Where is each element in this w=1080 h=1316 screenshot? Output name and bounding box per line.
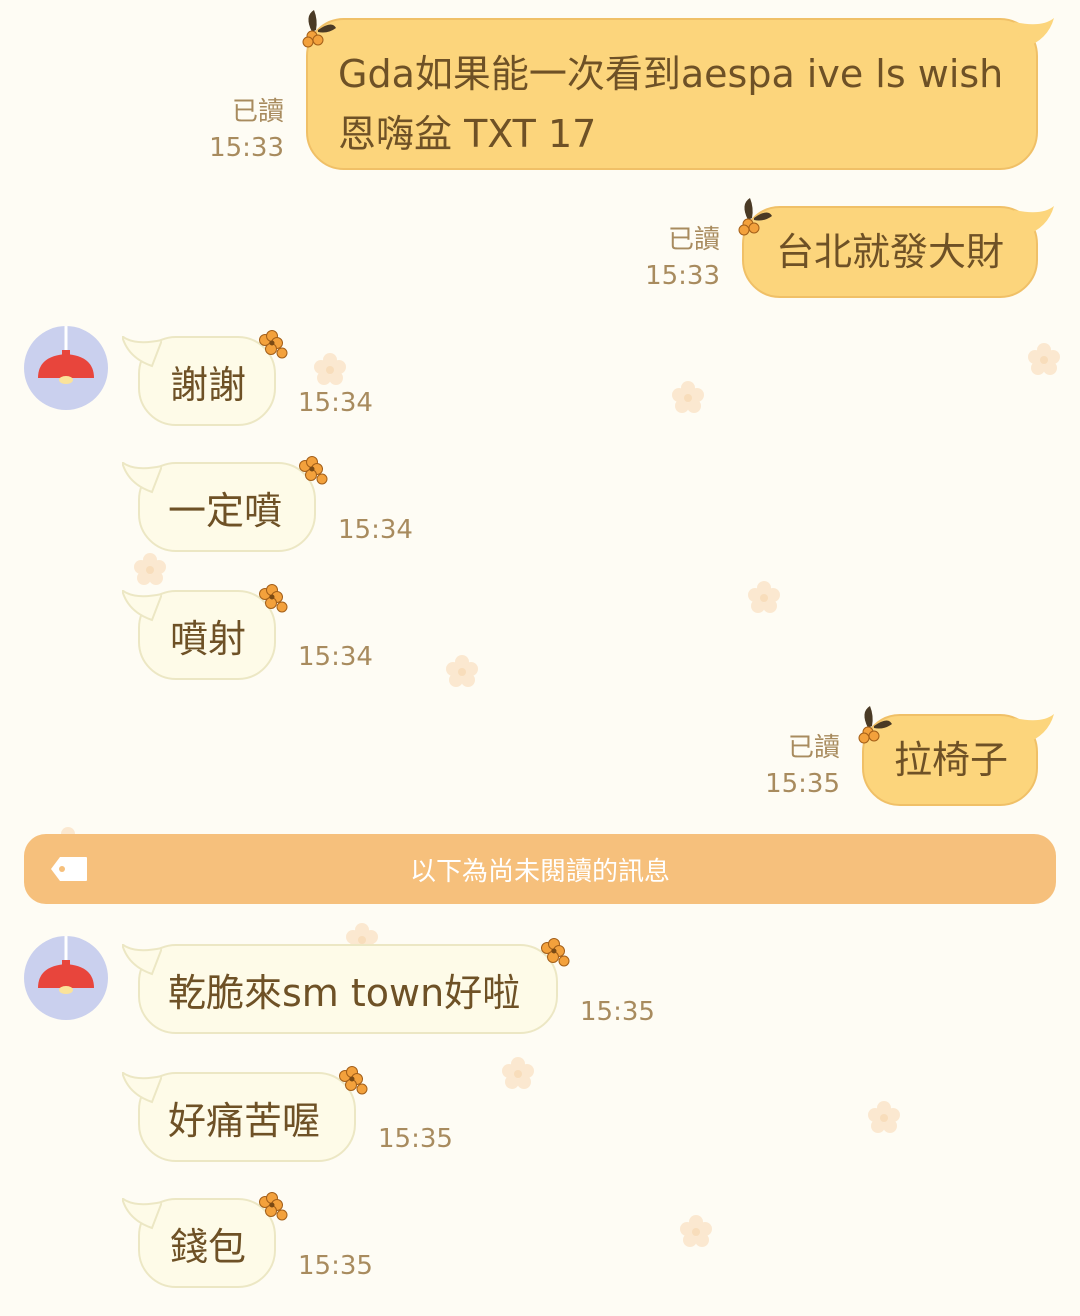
message-time: 15:34 <box>338 515 413 545</box>
read-receipt: 已讀 <box>231 97 284 127</box>
incoming-message-bubble[interactable]: 乾脆來sm town好啦 <box>122 938 570 1034</box>
read-receipt: 已讀 <box>667 225 720 255</box>
flower-icon <box>259 1192 288 1221</box>
message-meta: 已讀 15:33 <box>626 222 720 294</box>
message-text: 乾脆來sm town好啦 <box>168 970 521 1015</box>
message-text: 台北就發大財 <box>776 230 1005 274</box>
read-receipt: 已讀 <box>787 733 840 763</box>
bubble-tail <box>1014 18 1054 48</box>
message-text: 錢包 <box>170 1224 247 1269</box>
background-flower-icon <box>680 1215 712 1247</box>
pendant-lamp-icon <box>38 936 94 994</box>
background-flower-icon <box>134 553 166 585</box>
flower-icon <box>259 584 288 613</box>
flower-icon <box>541 938 570 967</box>
background-flower-icon <box>1028 343 1060 375</box>
message-time: 15:35 <box>765 769 840 799</box>
avatar[interactable] <box>24 326 108 410</box>
message-time: 15:35 <box>378 1124 453 1154</box>
unread-divider: 以下為尚未閱讀的訊息 <box>24 834 1056 904</box>
message-time: 15:35 <box>580 997 655 1027</box>
message-time: 15:34 <box>298 642 373 672</box>
message-meta: 已讀 15:33 <box>190 94 284 166</box>
bubble-tail <box>122 1198 162 1230</box>
incoming-message-bubble[interactable]: 謝謝 <box>122 330 288 426</box>
incoming-message-bubble[interactable]: 一定噴 <box>122 456 328 552</box>
message-time: 15:33 <box>209 133 284 163</box>
unread-divider-label: 以下為尚未閱讀的訊息 <box>409 856 670 887</box>
message-text: 謝謝 <box>170 362 247 407</box>
flower-icon <box>259 330 288 359</box>
outgoing-message-bubble[interactable]: 台北就發大財 <box>738 198 1054 298</box>
outgoing-message-bubble[interactable]: 拉椅子 <box>858 706 1054 806</box>
flower-icon <box>858 706 893 744</box>
bubble-tail <box>122 336 162 368</box>
flower-icon <box>299 456 328 485</box>
background-flower-icon <box>672 381 704 413</box>
background-flower-icon <box>868 1101 900 1133</box>
pendant-lamp-icon <box>38 326 94 384</box>
incoming-message-bubble[interactable]: 噴射 <box>122 584 288 680</box>
message-time: 15:34 <box>298 388 373 418</box>
message-text: 恩嗨盆 TXT 17 <box>338 112 597 156</box>
message-time: 15:33 <box>645 261 720 291</box>
message-time: 15:35 <box>298 1251 373 1281</box>
bubble-tail <box>122 462 162 494</box>
incoming-message-bubble[interactable]: 好痛苦喔 <box>122 1066 368 1162</box>
bubble-tail <box>1014 714 1054 744</box>
flower-icon <box>339 1066 368 1095</box>
avatar[interactable] <box>24 936 108 1020</box>
message-text: 一定噴 <box>168 488 283 533</box>
background-flower-icon <box>748 581 780 613</box>
incoming-message-bubble[interactable]: 錢包 <box>122 1192 288 1288</box>
flower-icon <box>302 10 337 48</box>
message-text: 好痛苦喔 <box>168 1098 321 1143</box>
chat-screen: 已讀 15:33 Gda如果能一次看到aespa ive ls wish 恩嗨盆… <box>0 0 1080 1316</box>
flower-icon <box>738 198 773 236</box>
bubble-tail <box>122 590 162 622</box>
message-text: Gda如果能一次看到aespa ive ls wish <box>338 52 1004 96</box>
bubble-tail <box>122 944 162 976</box>
background-flower-icon <box>314 353 346 385</box>
background-flower-icon <box>446 655 478 687</box>
bubble-tail <box>122 1072 162 1104</box>
message-text: 噴射 <box>170 616 247 661</box>
background-flower-icon <box>502 1057 534 1089</box>
bubble-tail <box>1014 206 1054 236</box>
outgoing-message-bubble[interactable]: Gda如果能一次看到aespa ive ls wish 恩嗨盆 TXT 17 <box>302 10 1054 170</box>
message-meta: 已讀 15:35 <box>746 730 840 802</box>
tag-icon <box>51 857 87 881</box>
